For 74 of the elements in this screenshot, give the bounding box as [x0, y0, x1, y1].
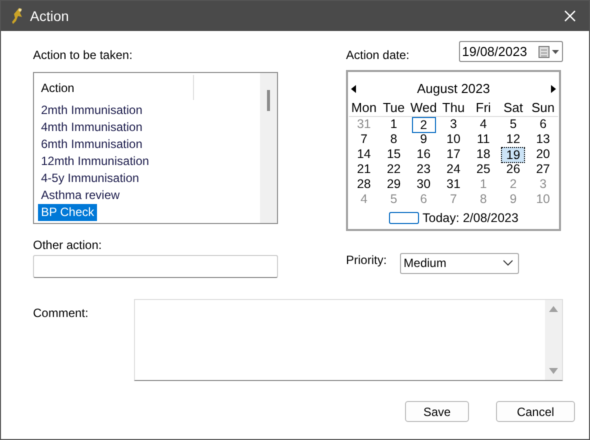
- calendar-day[interactable]: 18: [471, 147, 496, 163]
- priority-dropdown[interactable]: Medium: [400, 252, 519, 274]
- field-label: Other action:: [33, 237, 103, 252]
- close-icon: [564, 10, 576, 22]
- list-item[interactable]: Asthma review: [38, 187, 123, 204]
- scroll-down-icon: [549, 368, 558, 374]
- calendar-day[interactable]: 4: [471, 117, 496, 133]
- calendar-day[interactable]: 14: [352, 147, 376, 163]
- text-field[interactable]: [33, 255, 278, 278]
- chevron-icon: [502, 260, 513, 266]
- calendar-day[interactable]: 8: [382, 132, 406, 147]
- calendar-day[interactable]: 3: [442, 117, 466, 133]
- calendar-day[interactable]: 16: [412, 147, 436, 163]
- calendar-day[interactable]: 10: [442, 132, 466, 147]
- column-header[interactable]: Action: [34, 75, 194, 100]
- weekday-label: Thu: [441, 100, 466, 116]
- list-item[interactable]: 6mth Immunisation: [38, 136, 146, 153]
- calendar-day[interactable]: 29: [382, 177, 406, 192]
- calendar-day[interactable]: 6: [531, 117, 555, 133]
- weekday-label: Fri: [474, 100, 492, 116]
- calendar-day[interactable]: 23: [412, 162, 436, 177]
- calendar-day[interactable]: 24: [442, 162, 466, 177]
- field-label: Action date:: [346, 47, 410, 64]
- calendar-day[interactable]: 28: [352, 177, 376, 192]
- calendar-day[interactable]: 20: [531, 147, 555, 163]
- calendar-day[interactable]: 22: [382, 162, 406, 177]
- scroll-up-icon: [549, 306, 558, 312]
- weekday-label: Wed: [409, 100, 438, 116]
- scrollbar[interactable]: [545, 300, 562, 380]
- weekday-label: Mon: [350, 100, 378, 116]
- field-label: Comment:: [33, 305, 90, 320]
- calendar-day[interactable]: 31: [442, 177, 466, 192]
- weekday-label: Sat: [502, 100, 524, 116]
- calendar[interactable]: August 2023 Mon Tue Wed Thu Fri Sat Sun 31 1 2 3 4 5 6 7 8 9 10 11 12 13 14 15 16 17 18 19 20 21 22 23 24 25 26 27 28 29 30 31 1 2 3 4 5 6 7 8 9 10 Today: 2/08/2023: [346, 70, 561, 231]
- action-list[interactable]: Action 2mth Immunisation 4mth Immunisation 6mth Immunisation 12mth Immunisation 4-5y Immunisation Asthma review BP Check: [33, 72, 278, 224]
- calendar-day[interactable]: 11: [471, 132, 496, 147]
- list-item[interactable]: 12mth Immunisation: [38, 153, 152, 170]
- dialog-button[interactable]: Save: [405, 401, 469, 422]
- calendar-day[interactable]: 12: [501, 132, 526, 147]
- previous-month-button[interactable]: [351, 85, 357, 93]
- calendar-day[interactable]: 13: [531, 132, 555, 147]
- dialog-button[interactable]: Cancel: [496, 401, 575, 422]
- today-link[interactable]: Today: 2/08/2023: [422, 209, 518, 228]
- weekday-label: Sun: [530, 100, 556, 116]
- calendar-day[interactable]: 25: [471, 162, 496, 177]
- scrollbar[interactable]: [260, 73, 277, 223]
- next-month-button[interactable]: [550, 85, 556, 93]
- list-item[interactable]: BP Check: [38, 204, 98, 221]
- close-button[interactable]: [563, 9, 577, 23]
- calendar-day[interactable]: 2: [412, 117, 436, 133]
- calendar-day[interactable]: 21: [352, 162, 376, 177]
- scrollbar-thumb[interactable]: [267, 90, 270, 111]
- list-item[interactable]: 4mth Immunisation: [38, 119, 146, 136]
- calendar-day[interactable]: 19: [501, 147, 526, 163]
- calendar-day[interactable]: 30: [412, 177, 436, 192]
- window-title: Action: [30, 6, 69, 26]
- field-label: Action to be taken:: [33, 47, 134, 62]
- date-picker[interactable]: 19/08/2023: [459, 41, 563, 62]
- calendar-day[interactable]: 17: [442, 147, 466, 163]
- calendar-day[interactable]: 7: [352, 132, 376, 147]
- today-marker-icon: [388, 212, 419, 224]
- field-label: Priority:: [346, 252, 387, 269]
- list-item[interactable]: 4-5y Immunisation: [38, 170, 142, 187]
- calendar-day[interactable]: 27: [531, 162, 555, 177]
- comment-field[interactable]: [134, 299, 563, 381]
- calendar-day[interactable]: 26: [501, 162, 526, 177]
- calendar-day[interactable]: 5: [501, 117, 526, 133]
- calendar-day[interactable]: 15: [382, 147, 406, 163]
- month-title: August 2023: [416, 80, 491, 98]
- app-icon: [10, 7, 24, 25]
- weekday-label: Tue: [382, 100, 406, 116]
- calendar-day[interactable]: 1: [382, 117, 406, 133]
- calendar-day[interactable]: 9: [412, 132, 436, 147]
- list-item[interactable]: 2mth Immunisation: [38, 102, 146, 119]
